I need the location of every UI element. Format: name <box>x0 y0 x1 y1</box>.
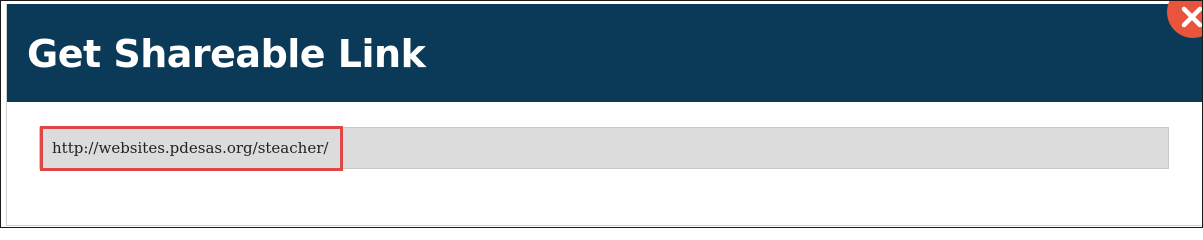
close-icon <box>1181 6 1202 28</box>
dialog-header: Get Shareable Link <box>7 4 1202 102</box>
dialog-title: Get Shareable Link <box>27 32 426 76</box>
screenshot-frame: Get Shareable Link http://websites.pdesa… <box>0 0 1203 228</box>
shareable-link-field[interactable]: http://websites.pdesas.org/steacher/ <box>39 127 1169 169</box>
shareable-link-dialog: Get Shareable Link http://websites.pdesa… <box>6 1 1202 226</box>
shareable-link-url[interactable]: http://websites.pdesas.org/steacher/ <box>52 139 328 157</box>
